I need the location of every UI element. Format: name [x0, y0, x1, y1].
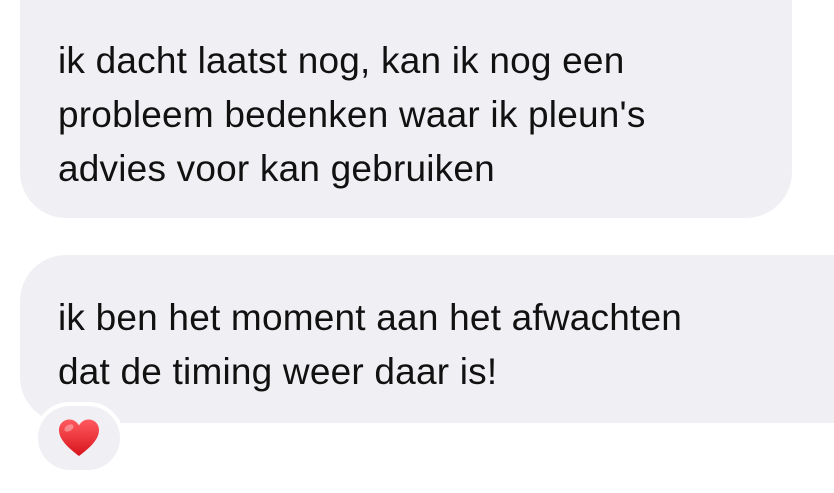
- message-text: ik ben het moment aan het afwachten dat …: [58, 297, 683, 392]
- message-bubble[interactable]: ik dacht laatst nog, kan ik nog een prob…: [20, 0, 792, 218]
- message-reaction[interactable]: [34, 402, 124, 474]
- message-text: ik dacht laatst nog, kan ik nog een prob…: [58, 40, 646, 189]
- message-bubble[interactable]: ik ben het moment aan het afwachten dat …: [20, 255, 834, 423]
- red-heart-icon: [57, 418, 101, 458]
